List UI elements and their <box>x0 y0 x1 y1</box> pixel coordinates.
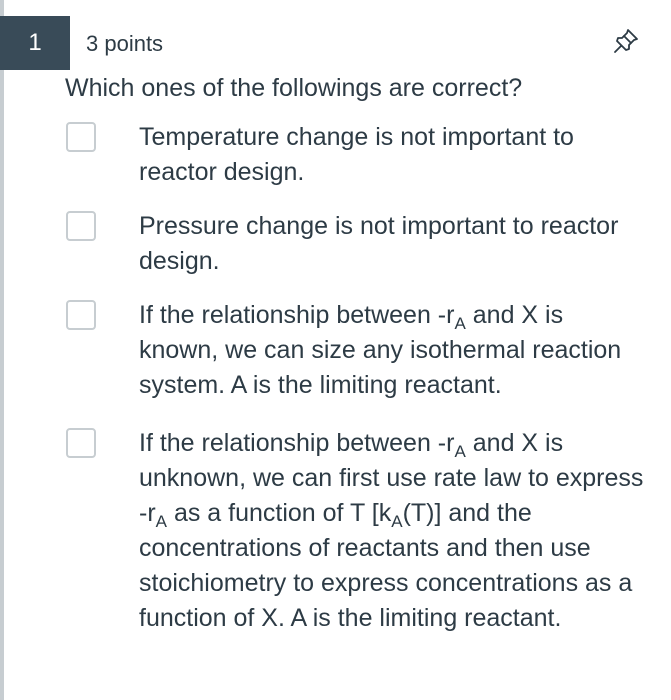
option-checkbox[interactable] <box>66 211 96 241</box>
subscript-a: A <box>391 512 403 531</box>
left-border <box>0 0 4 700</box>
pin-icon[interactable] <box>611 26 641 56</box>
question-prompt: Which ones of the followings are correct… <box>65 74 523 102</box>
option-checkbox[interactable] <box>66 122 96 152</box>
subscript-a: A <box>454 314 466 333</box>
option-text[interactable]: Temperature change is not important to r… <box>139 120 649 190</box>
option-text-part: as a function of T [k <box>167 499 392 527</box>
option-text[interactable]: If the relationship between -rA and X is… <box>139 426 649 636</box>
option-checkbox[interactable] <box>66 428 96 458</box>
option-text[interactable]: If the relationship between -rA and X is… <box>139 298 649 403</box>
option-text-part: If the relationship between -r <box>139 301 455 329</box>
question-number: 1 <box>0 16 70 70</box>
points-label: 3 points <box>86 31 164 56</box>
subscript-a: A <box>454 442 466 461</box>
subscript-a: A <box>155 512 167 531</box>
option-text[interactable]: Pressure change is not important to reac… <box>139 209 649 279</box>
option-text-part: If the relationship between -r <box>139 429 455 457</box>
option-checkbox[interactable] <box>66 300 96 330</box>
